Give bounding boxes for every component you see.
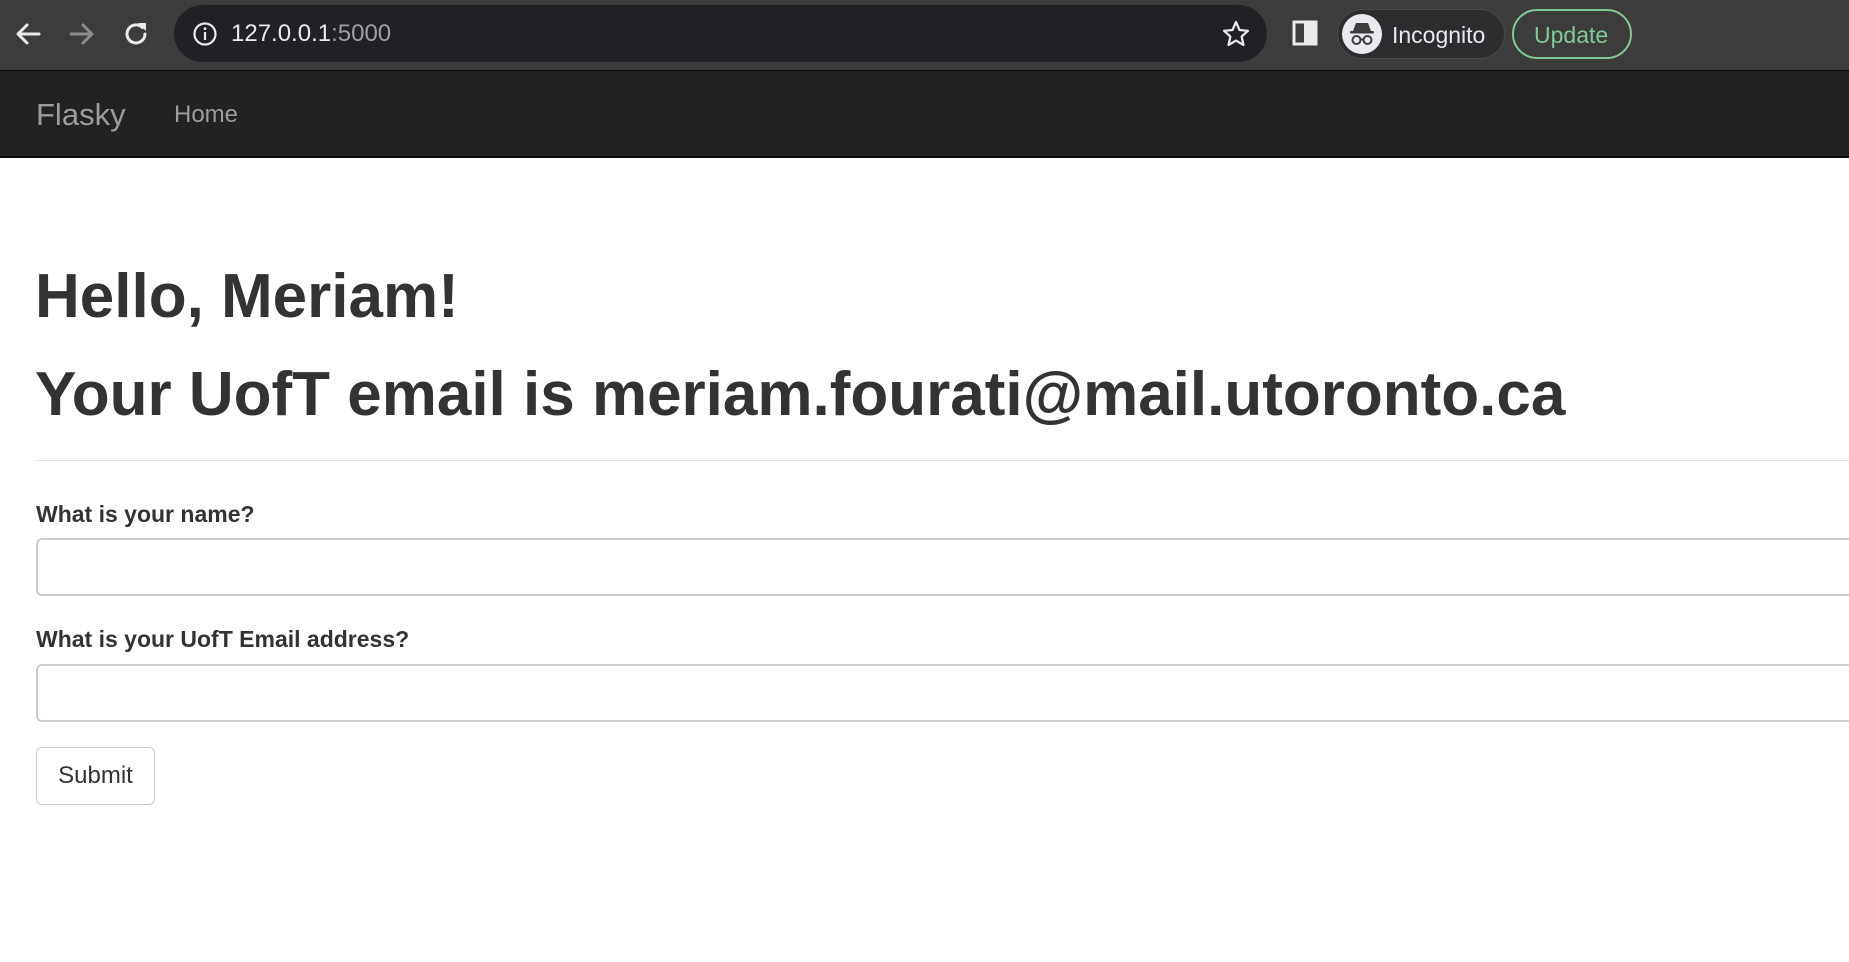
header-divider [36,460,1849,461]
url-text[interactable]: 127.0.0.1:5000 [231,19,391,49]
reload-button[interactable] [116,14,156,54]
update-label: Update [1534,22,1609,48]
submit-button[interactable]: Submit [36,747,155,805]
name-label: What is your name? [36,501,255,527]
incognito-icon [1350,23,1374,45]
update-button[interactable]: Update [1512,9,1632,59]
back-arrow-icon [16,23,41,45]
side-panel-icon[interactable] [1290,18,1320,48]
email-heading: Your UofT email is meriam.fourati@mail.u… [35,360,1566,429]
app-navbar: Flasky Home [0,70,1849,158]
name-input[interactable] [36,538,1849,596]
star-icon[interactable] [1221,19,1251,49]
url-port: :5000 [331,20,392,47]
back-button[interactable] [8,14,48,54]
email-label: What is your UofT Email address? [36,626,410,652]
url-host: 127.0.0.1 [231,20,332,47]
email-input[interactable] [36,664,1849,722]
address-bar[interactable]: 127.0.0.1:5000 [174,5,1267,62]
nav-link-home[interactable]: Home [174,100,238,130]
info-icon[interactable] [192,21,218,47]
reload-icon [125,23,147,45]
greeting-heading: Hello, Meriam! [35,262,459,331]
forward-button[interactable] [62,14,102,54]
incognito-avatar [1342,14,1382,54]
incognito-label: Incognito [1392,22,1486,48]
brand-link[interactable]: Flasky [36,97,126,133]
browser-toolbar: 127.0.0.1:5000 Incognito Update [0,0,1849,70]
incognito-profile-button[interactable]: Incognito [1337,9,1505,59]
forward-arrow-icon [69,23,94,45]
